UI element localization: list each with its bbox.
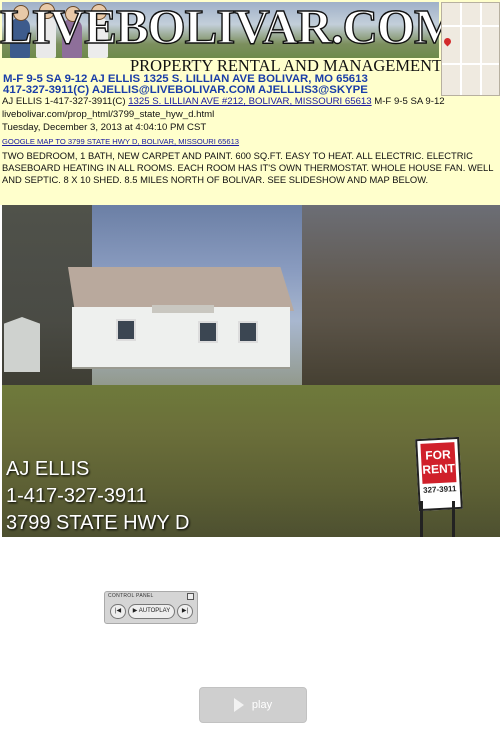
- date-time: Tuesday, December 3, 2013 at 4:04:10 PM …: [2, 122, 207, 133]
- skip-forward-button[interactable]: ▶|: [177, 604, 193, 619]
- photo-overlay-address: 3799 STATE HWY D: [6, 512, 190, 534]
- window: [116, 319, 136, 341]
- play-icon: [233, 698, 244, 713]
- photo-overlay-name: AJ ELLIS: [6, 458, 90, 480]
- skip-back-icon: |◀: [114, 608, 122, 614]
- porch-roof: [152, 305, 214, 313]
- play-button[interactable]: play: [199, 687, 307, 723]
- office-hours: M-F 9-5 SA 9-12: [374, 96, 445, 107]
- control-panel-title: CONTROL PANEL: [108, 593, 154, 599]
- header-contact: 417-327-3911(C) AJELLIS@LIVEBOLIVAR.COM …: [3, 84, 368, 96]
- site-logo[interactable]: LIVEBOLIVAR.COM: [0, 0, 461, 54]
- trees: [302, 205, 500, 385]
- house: [72, 307, 290, 369]
- contact-line: AJ ELLIS 1-417-327-3911(C) 1325 S. LILLI…: [2, 96, 445, 108]
- sign-post: [420, 501, 423, 537]
- sign-phone: 327-3911: [422, 484, 457, 495]
- contact-prefix: AJ ELLIS 1-417-327-3911(C): [2, 96, 126, 107]
- property-photo: AJ ELLIS 1-417-327-3911 3799 STATE HWY D…: [2, 205, 500, 537]
- skip-back-button[interactable]: |◀: [110, 604, 126, 619]
- page-url: livebolivar.com/prop_html/3799_state_hyw…: [2, 109, 215, 120]
- sign-label: FOR RENT: [420, 442, 457, 484]
- sign-post: [452, 501, 455, 537]
- shed: [4, 317, 40, 372]
- header-banner: LIVEBOLIVAR.COM PROPERTY RENTAL AND MANA…: [0, 0, 500, 96]
- property-description: TWO BEDROOM, 1 BATH, NEW CARPET AND PAIN…: [2, 150, 494, 185]
- listing-info: AJ ELLIS 1-417-327-3911(C) 1325 S. LILLI…: [0, 96, 500, 205]
- google-map-link[interactable]: GOOGLE MAP TO 3799 STATE HWY D, BOLIVAR,…: [2, 137, 239, 146]
- autoplay-label: AUTOPLAY: [138, 608, 171, 614]
- play-label: play: [251, 699, 273, 711]
- autoplay-button[interactable]: ▶ AUTOPLAY: [128, 604, 175, 619]
- photo-overlay-phone: 1-417-327-3911: [6, 485, 147, 507]
- skip-forward-icon: ▶|: [181, 608, 189, 614]
- tagline: PROPERTY RENTAL AND MANAGEMENT: [130, 56, 443, 75]
- office-address-link[interactable]: 1325 S. LILLIAN AVE #212, BOLIVAR, MISSO…: [128, 96, 371, 107]
- for-rent-sign: FOR RENT 327-3911: [415, 436, 463, 512]
- window: [198, 321, 218, 343]
- slideshow-control-panel: CONTROL PANEL |◀ ▶ AUTOPLAY ▶|: [104, 591, 198, 624]
- map-pin-icon: [442, 36, 453, 47]
- close-icon[interactable]: [187, 593, 194, 600]
- window: [238, 321, 258, 343]
- map-thumbnail[interactable]: [441, 2, 500, 96]
